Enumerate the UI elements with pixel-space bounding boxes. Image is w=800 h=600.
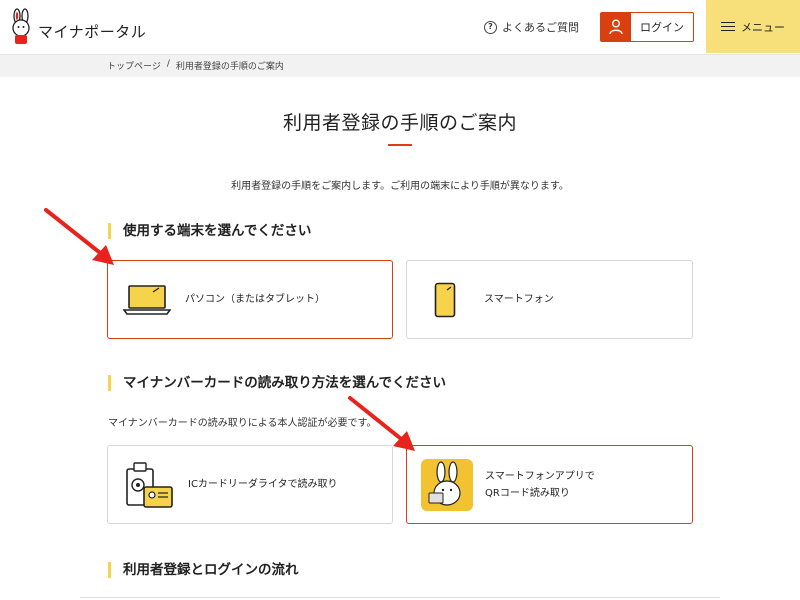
device-option-smartphone[interactable]: スマートフォン bbox=[406, 260, 693, 339]
device-option-pc[interactable]: パソコン（またはタブレット） bbox=[107, 260, 393, 339]
smartphone-icon bbox=[434, 282, 456, 317]
login-button[interactable]: ログイン bbox=[600, 12, 694, 42]
arrow-to-pc-option-icon bbox=[44, 208, 114, 265]
section-divider bbox=[80, 597, 720, 598]
question-icon: ? bbox=[484, 20, 497, 34]
device-section-heading: 使用する端末を選んでください bbox=[108, 223, 311, 239]
breadcrumb-bar: トップページ / 利用者登録の手順のご案内 bbox=[0, 55, 800, 77]
breadcrumb-home[interactable]: トップページ bbox=[107, 59, 161, 72]
site-header: マイナポータル ? よくあるご質問 ログイン メニュー bbox=[0, 0, 800, 55]
login-label: ログイン bbox=[640, 21, 684, 34]
breadcrumb: トップページ / 利用者登録の手順のご案内 bbox=[107, 59, 284, 72]
mascot-app-icon bbox=[421, 458, 473, 511]
menu-button[interactable]: メニュー bbox=[706, 0, 800, 53]
menu-label: メニュー bbox=[741, 20, 785, 34]
logo-text: マイナポータル bbox=[38, 22, 147, 41]
hamburger-icon bbox=[721, 21, 735, 32]
reading-option-ic-reader-label: ICカードリーダライタで読み取り bbox=[188, 479, 338, 490]
card-reader-icon bbox=[126, 461, 173, 508]
site-logo[interactable]: マイナポータル bbox=[8, 8, 146, 46]
reading-option-smartphone-app-label: スマートフォンアプリで QRコード読み取り bbox=[485, 468, 595, 502]
faq-label: よくあるご質問 bbox=[502, 21, 579, 34]
reading-option-ic-reader[interactable]: ICカードリーダライタで読み取り bbox=[107, 445, 393, 524]
reading-option-smartphone-app[interactable]: スマートフォンアプリで QRコード読み取り bbox=[406, 445, 693, 524]
reading-note: マイナンバーカードの読み取りによる本人認証が必要です。 bbox=[108, 418, 377, 429]
mascot-logo-icon bbox=[12, 8, 30, 44]
title-underline bbox=[388, 144, 412, 146]
laptop-icon bbox=[123, 284, 171, 315]
flow-section-heading: 利用者登録とログインの流れ bbox=[108, 562, 299, 578]
breadcrumb-current: 利用者登録の手順のご案内 bbox=[175, 62, 284, 72]
app-label-line2: QRコード読み取り bbox=[485, 487, 570, 499]
user-icon bbox=[601, 13, 631, 41]
page-title: 利用者登録の手順のご案内 bbox=[282, 112, 517, 134]
device-option-pc-label: パソコン（またはタブレット） bbox=[185, 294, 325, 305]
device-option-smartphone-label: スマートフォン bbox=[484, 294, 554, 305]
faq-link[interactable]: ? よくあるご質問 bbox=[484, 19, 579, 35]
app-label-line1: スマートフォンアプリで bbox=[485, 470, 595, 482]
intro-text: 利用者登録の手順をご案内します。ご利用の端末により手順が異なります。 bbox=[231, 181, 569, 192]
breadcrumb-separator: / bbox=[166, 59, 170, 69]
reading-section-heading: マイナンバーカードの読み取り方法を選んでください bbox=[108, 375, 446, 391]
